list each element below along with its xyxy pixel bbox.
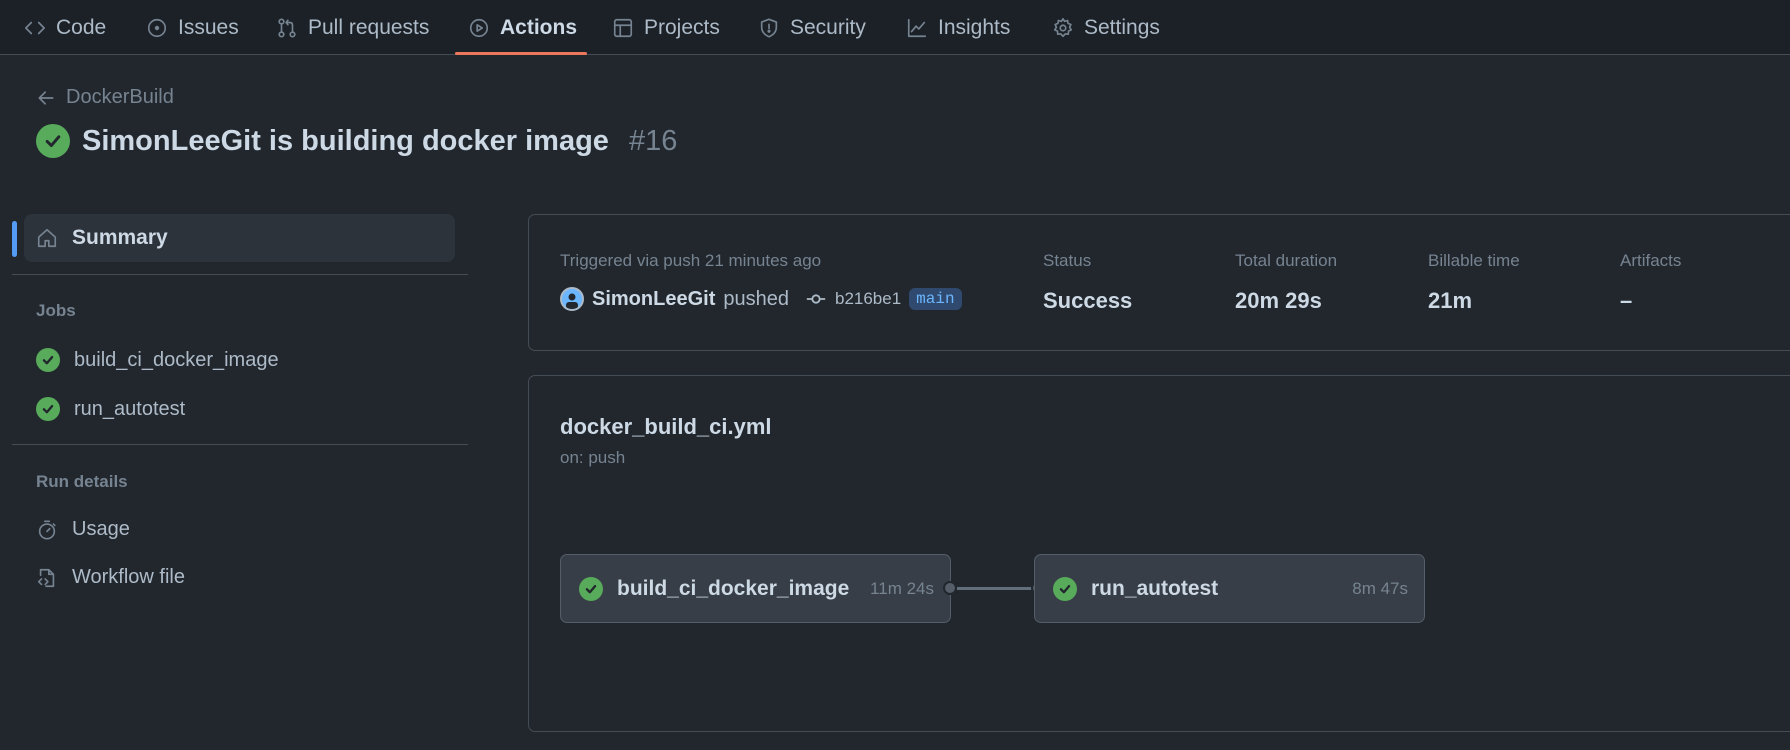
commit-sha[interactable]: b216be1	[835, 289, 901, 309]
job-duration: 8m 47s	[1352, 578, 1408, 598]
job-connector	[957, 587, 1033, 590]
check-circle-icon	[36, 348, 60, 372]
file-code-icon	[37, 568, 55, 587]
job-node-build-ci-docker-image[interactable]: build_ci_docker_image 11m 24s	[560, 554, 951, 623]
back-link[interactable]: DockerBuild	[36, 86, 174, 109]
job-node-run-autotest[interactable]: run_autotest 8m 47s	[1034, 554, 1425, 623]
connector-dot-out	[943, 581, 957, 595]
duration-label: Total duration	[1235, 251, 1338, 270]
push-action: pushed	[723, 287, 789, 310]
push-info: SimonLeeGit pushed b216be1 main	[560, 287, 962, 311]
run-summary-card: Triggered via push 21 minutes ago SimonL…	[528, 214, 1790, 351]
summary-active-indicator	[12, 221, 17, 257]
pull-request-icon	[278, 17, 296, 38]
tab-security[interactable]: Security	[758, 0, 866, 55]
issue-icon	[147, 18, 167, 37]
tab-pull-requests[interactable]: Pull requests	[276, 0, 429, 55]
tab-actions[interactable]: Actions	[468, 0, 577, 55]
stopwatch-icon	[38, 519, 56, 540]
active-tab-indicator	[455, 52, 587, 55]
page-title: SimonLeeGit is building docker image #16	[36, 124, 677, 158]
job-duration: 11m 24s	[870, 578, 934, 598]
avatar[interactable]	[560, 287, 584, 311]
status-label: Status	[1043, 251, 1092, 270]
sidebar-item-summary[interactable]: Summary	[24, 214, 455, 262]
workflow-graph-card: docker_build_ci.yml on: push build_ci_do…	[528, 375, 1790, 732]
sidebar-job-build-ci-docker-image[interactable]: build_ci_docker_image	[36, 348, 279, 372]
branch-badge[interactable]: main	[909, 288, 962, 310]
actor-link[interactable]: SimonLeeGit	[592, 288, 715, 311]
graph-icon	[907, 18, 927, 37]
workflow-file-name: docker_build_ci.yml	[560, 414, 772, 439]
billable-value: 21m	[1428, 288, 1473, 313]
run-title: SimonLeeGit is building docker image	[82, 124, 609, 157]
tab-projects[interactable]: Projects	[612, 0, 720, 55]
billable-label: Billable time	[1428, 251, 1520, 270]
tab-issues[interactable]: Issues	[146, 0, 239, 55]
status-value: Success	[1043, 288, 1133, 313]
tab-settings[interactable]: Settings	[1052, 0, 1160, 55]
artifacts-label: Artifacts	[1620, 251, 1682, 270]
tab-insights[interactable]: Insights	[906, 0, 1010, 55]
sidebar-job-run-autotest[interactable]: run_autotest	[36, 397, 185, 421]
commit-icon	[806, 294, 826, 304]
jobs-heading: Jobs	[36, 301, 76, 320]
run-details-heading: Run details	[36, 472, 128, 491]
run-number: #16	[628, 124, 678, 157]
tab-code[interactable]: Code	[24, 0, 106, 55]
trigger-text: Triggered via push 21 minutes ago	[560, 251, 822, 270]
sidebar-item-usage[interactable]: Usage	[36, 518, 130, 541]
home-icon	[37, 228, 57, 248]
table-icon	[613, 18, 633, 37]
sidebar-divider	[12, 444, 468, 445]
workflow-trigger: on: push	[560, 448, 626, 467]
check-circle-icon	[36, 397, 60, 421]
sidebar-divider	[12, 274, 468, 275]
check-circle-icon	[579, 576, 603, 601]
shield-icon	[760, 17, 778, 38]
gear-icon	[1053, 17, 1073, 37]
duration-value: 20m 29s	[1235, 288, 1322, 313]
code-icon	[25, 21, 45, 34]
check-circle-icon	[36, 124, 70, 158]
artifacts-value: –	[1620, 288, 1633, 313]
repo-nav: Code Issues Pull requests Actions Projec…	[0, 0, 1790, 55]
arrow-left-icon	[38, 90, 54, 105]
check-circle-icon	[1053, 576, 1077, 601]
play-icon	[469, 18, 489, 37]
sidebar-item-workflow-file[interactable]: Workflow file	[36, 566, 185, 589]
